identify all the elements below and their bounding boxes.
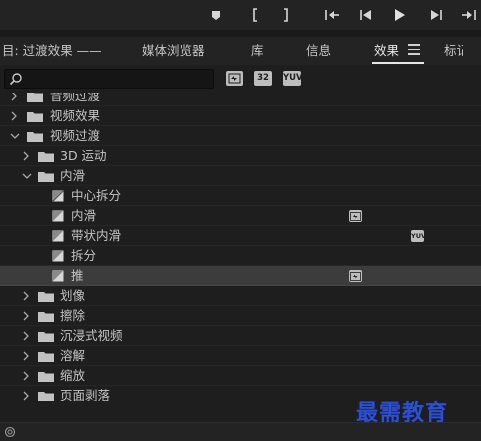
list-item-label: 沉浸式视频 [60, 328, 123, 343]
list-item-label: 擦除 [60, 308, 86, 323]
accelerated-icon [349, 210, 362, 222]
play-icon[interactable] [390, 5, 410, 25]
list-item[interactable]: 内滑 [0, 166, 481, 186]
tab-info[interactable]: 信息 [306, 37, 331, 65]
list-item[interactable]: 沉浸式视频 [0, 326, 481, 346]
chevron-down-icon[interactable] [10, 126, 20, 146]
add-marker-icon[interactable] [206, 5, 226, 25]
go-to-in-icon[interactable] [322, 5, 342, 25]
list-item-label: 3D 运动 [60, 148, 107, 163]
list-item[interactable]: 拆分 [0, 246, 481, 266]
list-item-label: 内滑 [60, 168, 86, 183]
chevron-right-icon[interactable] [10, 106, 20, 126]
list-item-label: 缩放 [60, 368, 86, 383]
effects-tree: 音频过渡 视频效果 视频过渡 3D 运动 内滑 中心拆分 内滑 带状内滑 YUV… [0, 93, 481, 401]
yuv-filter-badge[interactable]: YUV [283, 71, 303, 86]
chevron-right-icon[interactable] [22, 366, 32, 386]
list-item[interactable]: 中心拆分 [0, 186, 481, 206]
list-item-label: 划像 [60, 288, 86, 303]
active-tab-indicator [372, 62, 424, 64]
folder-icon [38, 152, 54, 162]
chevron-right-icon[interactable] [22, 326, 32, 346]
folder-icon [38, 172, 54, 182]
list-item-label: 中心拆分 [71, 188, 122, 203]
transport-controls [0, 0, 481, 30]
effects-toolbar: 32 YUV [0, 65, 481, 93]
search-input[interactable] [4, 69, 214, 89]
transition-preset-icon [52, 250, 64, 262]
tab-markers[interactable]: 标记 [444, 37, 463, 65]
accelerated-effects-filter-icon[interactable] [226, 71, 243, 86]
list-item[interactable]: 溶解 [0, 346, 481, 366]
list-item-label: 视频过渡 [50, 128, 101, 143]
list-item-label: 推 [71, 268, 84, 283]
list-item[interactable]: 推 [0, 266, 481, 286]
transition-preset-icon [52, 210, 64, 222]
yuv-icon: YUV [411, 230, 427, 242]
folder-icon [38, 332, 54, 342]
list-item-label: 溶解 [60, 348, 86, 363]
step-back-icon[interactable] [356, 5, 376, 25]
chevron-right-icon[interactable] [22, 386, 32, 401]
list-item[interactable]: 视频效果 [0, 106, 481, 126]
tab-media-browser[interactable]: 媒体浏览器 [142, 37, 205, 65]
list-item[interactable]: 缩放 [0, 366, 481, 386]
folder-icon [38, 392, 54, 401]
search-icon [9, 73, 22, 86]
list-item-label: 带状内滑 [71, 228, 122, 243]
chevron-right-icon[interactable] [10, 93, 20, 106]
mark-out-icon[interactable] [276, 5, 296, 25]
chevron-down-icon[interactable] [22, 166, 32, 186]
list-item[interactable]: 划像 [0, 286, 481, 306]
folder-icon [27, 132, 43, 142]
tab-effects[interactable]: 效果 [374, 37, 399, 65]
folder-icon [38, 352, 54, 362]
mark-in-icon[interactable] [245, 5, 265, 25]
status-bar [0, 422, 481, 441]
list-item-label: 拆分 [71, 248, 97, 263]
folder-icon [27, 112, 43, 122]
list-item[interactable]: 擦除 [0, 306, 481, 326]
panel-status-icon[interactable] [4, 426, 16, 438]
transition-preset-icon [52, 270, 64, 282]
list-item-label: 视频效果 [50, 108, 101, 123]
list-item[interactable]: 音频过渡 [0, 93, 481, 106]
list-item[interactable]: 3D 运动 [0, 146, 481, 166]
tab-library[interactable]: 库 [251, 37, 264, 65]
tab-source[interactable]: 目: 过渡效果 —— [2, 37, 102, 65]
chevron-right-icon[interactable] [22, 346, 32, 366]
list-item[interactable]: 带状内滑 YUV [0, 226, 481, 246]
list-item[interactable]: 内滑 [0, 206, 481, 226]
go-to-out-icon[interactable] [459, 5, 479, 25]
folder-icon [38, 292, 54, 302]
folder-icon [27, 93, 43, 102]
folder-icon [38, 312, 54, 322]
panel-menu-icon[interactable] [408, 44, 420, 56]
chevron-right-icon[interactable] [22, 146, 32, 166]
list-item-label: 内滑 [71, 208, 97, 223]
transition-preset-icon [52, 190, 64, 202]
chevron-right-icon[interactable] [22, 306, 32, 326]
accelerated-icon [349, 270, 362, 282]
panel-divider [0, 30, 481, 37]
list-item[interactable]: 视频过渡 [0, 126, 481, 146]
transition-preset-icon [52, 230, 64, 242]
32bit-filter-badge[interactable]: 32 [254, 71, 272, 86]
panel-tabs: 目: 过渡效果 —— 媒体浏览器 库 信息 效果 标记 [0, 37, 481, 65]
list-item-label: 音频过渡 [50, 93, 101, 103]
chevron-right-icon[interactable] [22, 286, 32, 306]
step-forward-icon[interactable] [426, 5, 446, 25]
folder-icon [38, 372, 54, 382]
list-item-label: 页面剥落 [60, 388, 111, 401]
